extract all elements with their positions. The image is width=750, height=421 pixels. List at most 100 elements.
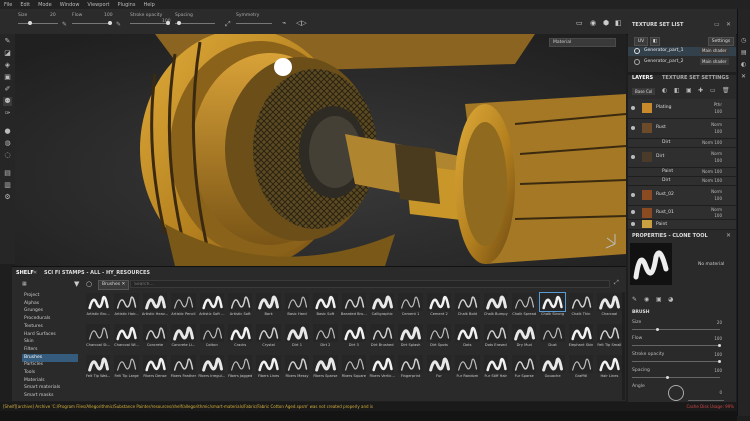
brush-preset-item[interactable]: Fibers Feather xyxy=(169,354,197,381)
brush-preset-item[interactable]: Cement 1 xyxy=(396,292,424,319)
menu-viewport[interactable]: Viewport xyxy=(87,2,109,8)
menu-help[interactable]: Help xyxy=(143,2,154,8)
layer-row[interactable]: Dirt Norm 100 xyxy=(628,148,736,168)
brush-preset-item[interactable]: Dirt Spots xyxy=(425,323,453,350)
filter-chip-brushes[interactable]: Brushes ✕ xyxy=(98,280,130,290)
menu-window[interactable]: Window xyxy=(60,2,80,8)
delete-icon[interactable]: 🗑 xyxy=(722,87,730,94)
eye-icon[interactable] xyxy=(631,222,635,226)
eye-icon[interactable] xyxy=(631,193,635,197)
toolbar-size-slider[interactable] xyxy=(18,23,58,24)
menu-file[interactable]: File xyxy=(4,2,12,8)
toolbar-stroke-slider[interactable] xyxy=(130,23,170,24)
shader-select[interactable]: Main shader xyxy=(700,47,729,54)
brush-preset-item[interactable]: Dots xyxy=(453,323,481,350)
settings-icon[interactable]: ◌ xyxy=(3,151,12,160)
add-mask-icon[interactable]: ◧ xyxy=(674,87,680,94)
brush-preset-item[interactable]: Fibers Messy xyxy=(283,354,311,381)
spacing-slider[interactable] xyxy=(632,377,720,378)
layer-effect-row[interactable]: Dirt Norm 100 xyxy=(628,139,736,148)
stroke-opacity-knob[interactable] xyxy=(718,360,721,363)
brush-preset-item[interactable]: Chalk Strong xyxy=(538,292,566,319)
picker-icon[interactable]: ✑ xyxy=(3,109,12,118)
close-icon[interactable]: ✕ xyxy=(122,282,126,287)
spacing-value[interactable]: 100 xyxy=(714,368,722,373)
expand-icon[interactable]: ⤢ xyxy=(614,279,619,287)
brush-preset-item[interactable]: Felt Tip Small xyxy=(595,323,623,350)
layer-row[interactable]: Paint xyxy=(628,220,736,230)
brush-preset-item[interactable]: Elephant Skin xyxy=(567,323,595,350)
stroke-opacity-slider[interactable] xyxy=(632,361,720,362)
brush-preset-item[interactable]: Cracks xyxy=(226,323,254,350)
tab-texture-set-settings[interactable]: TEXTURE SET SETTINGS xyxy=(662,75,729,81)
brush-preset-item[interactable]: Dirt 3 xyxy=(340,323,368,350)
angle-value[interactable]: 0 xyxy=(719,390,722,395)
layer-blend[interactable]: Norm xyxy=(711,151,722,156)
alpha-tab-icon[interactable]: ◉ xyxy=(644,296,649,303)
tab-shelf[interactable]: SHELF xyxy=(16,270,34,276)
brush-preset-item[interactable]: Fibers Dense xyxy=(141,354,169,381)
brush-preset-item[interactable]: Fibers Jagged xyxy=(226,354,254,381)
eraser-icon[interactable]: ◪ xyxy=(3,49,12,58)
add-layer-icon[interactable]: ✚ xyxy=(698,87,703,94)
document-icon[interactable]: ▥ xyxy=(3,181,12,190)
effect-blend[interactable]: Norm 100 xyxy=(702,169,722,174)
menu-plugins[interactable]: Plugins xyxy=(118,2,136,8)
brush-preset-item[interactable]: Fibers Irregul... xyxy=(198,354,226,381)
brush-preset-item[interactable]: Crystal xyxy=(254,323,282,350)
flow-slider[interactable] xyxy=(632,345,720,346)
minimize-icon[interactable]: ▭ xyxy=(714,21,720,28)
brush-preset-item[interactable]: Fingerprint xyxy=(396,354,424,381)
shader-settings-icon[interactable]: ✕ xyxy=(741,73,746,80)
brush-preset-item[interactable]: Dust xyxy=(538,323,566,350)
brush-tab-icon[interactable]: ✎ xyxy=(632,296,637,303)
brush-preset-item[interactable]: Felt Tip Wat... xyxy=(84,354,112,381)
brush-preset-item[interactable]: Chalk Spread xyxy=(510,292,538,319)
filter-icon[interactable]: ▼ xyxy=(74,280,79,288)
add-fill-icon[interactable]: ▣ xyxy=(686,87,692,94)
projection-icon[interactable]: ◈ xyxy=(3,61,12,70)
size-value[interactable]: 20 xyxy=(717,320,722,325)
symmetry-icon[interactable]: ⤢ xyxy=(225,20,231,29)
export-icon[interactable]: ▤ xyxy=(3,169,12,178)
toolbar-spacing-knob[interactable] xyxy=(177,21,181,25)
brush-preset-item[interactable]: Concrete Li... xyxy=(169,323,197,350)
menu-mode[interactable]: Mode xyxy=(38,2,52,8)
brush-preset-item[interactable]: Concrete xyxy=(141,323,169,350)
polygon-fill-icon[interactable]: ▣ xyxy=(3,73,12,82)
folder-icon[interactable]: ▭ xyxy=(710,87,716,94)
close-icon[interactable]: ✕ xyxy=(726,232,731,239)
radio-icon[interactable] xyxy=(634,48,640,54)
layer-row[interactable]: Rust_02 Norm 100 xyxy=(628,186,736,206)
pressure-icon[interactable]: ✎ xyxy=(116,21,121,28)
brush-preset-item[interactable]: Cement 2 xyxy=(425,292,453,319)
spacing-knob[interactable] xyxy=(666,376,669,379)
radio-icon[interactable] xyxy=(634,59,640,65)
brush-preset-item[interactable]: Felt Tip Large xyxy=(112,354,140,381)
effect-blend[interactable]: Norm 100 xyxy=(702,140,722,145)
layer-row[interactable]: Rust_01 Norm 100 xyxy=(628,206,736,220)
menu-edit[interactable]: Edit xyxy=(20,2,30,8)
effect-blend[interactable]: Norm 100 xyxy=(702,178,722,183)
texture-set-settings-button[interactable]: Settings xyxy=(708,37,734,46)
brush-preset-item[interactable]: Artistic Pencil xyxy=(169,292,197,319)
brush-preset-item[interactable]: Dirt 2 xyxy=(311,323,339,350)
material-tab-icon[interactable]: ◕ xyxy=(668,296,673,303)
brush-preset-item[interactable]: Fur xyxy=(425,354,453,381)
viewport-material-select[interactable]: Material xyxy=(549,38,616,47)
shelf-category-item[interactable]: Smart masks xyxy=(22,392,78,400)
brush-preset-item[interactable]: Graffiti xyxy=(567,354,595,381)
brush-preset-item[interactable]: Fibers Lines xyxy=(254,354,282,381)
flow-value[interactable]: 100 xyxy=(714,336,722,341)
brush-preset-item[interactable]: Artistic Hair... xyxy=(112,292,140,319)
uv-toggle-icon[interactable]: ◧ xyxy=(650,37,660,46)
log-icon[interactable]: ▤ xyxy=(741,49,747,56)
bake-icon[interactable]: ● xyxy=(3,127,12,136)
brush-preset-item[interactable]: Artistic Heav... xyxy=(141,292,169,319)
lazy-mouse-icon[interactable]: ⌁ xyxy=(282,19,286,27)
tab-layers[interactable]: LAYERS xyxy=(632,75,653,81)
eye-icon[interactable] xyxy=(631,126,635,130)
texture-set-item[interactable]: Generator_part_2 Main shader xyxy=(628,58,736,67)
layer-blend[interactable]: Pthr xyxy=(714,102,722,107)
brush-preset-item[interactable]: Dirt Brushed xyxy=(368,323,396,350)
